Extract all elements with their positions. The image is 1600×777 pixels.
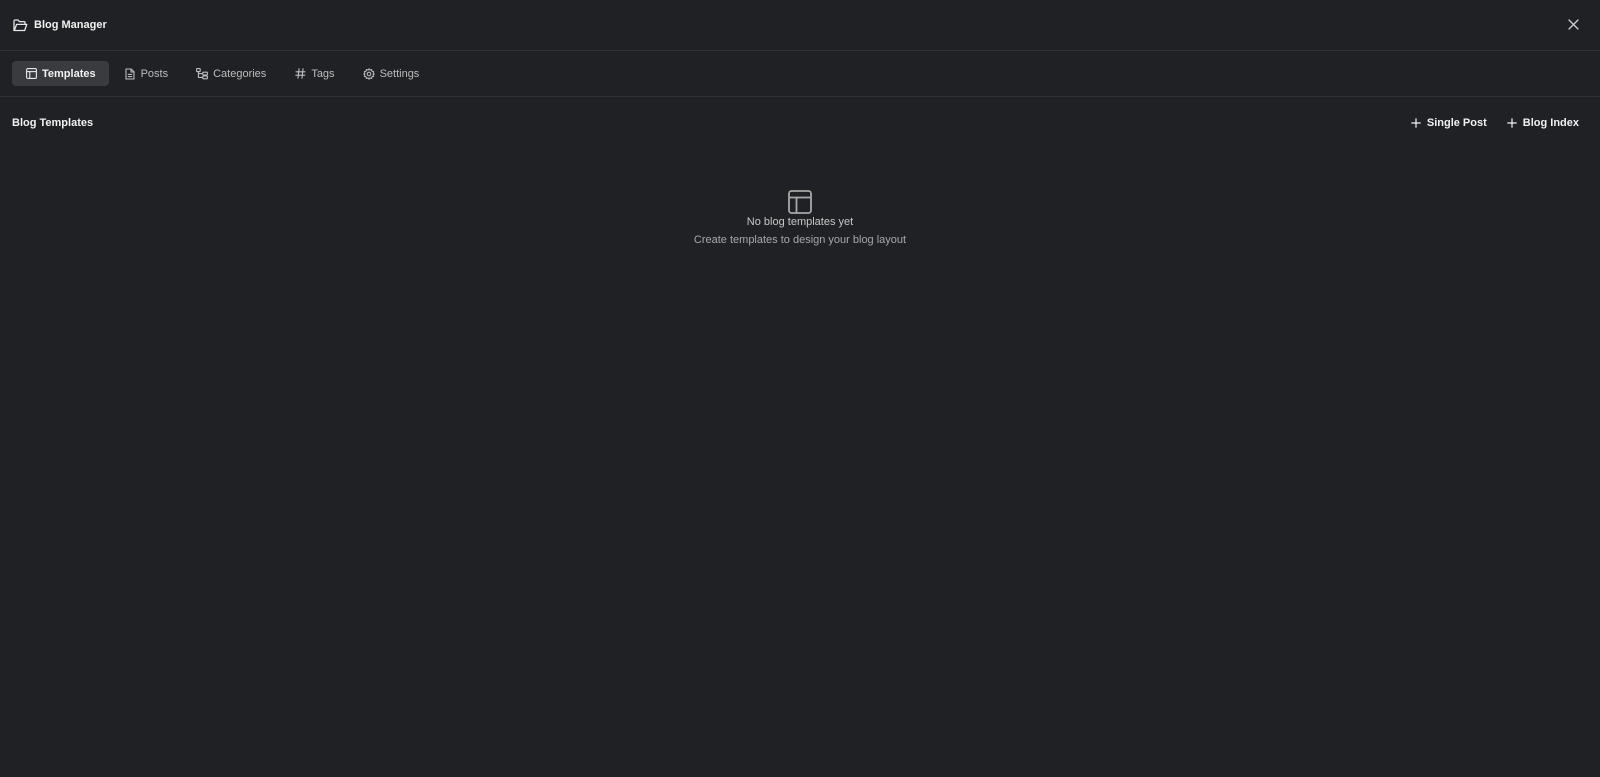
section-title: Blog Templates bbox=[12, 117, 94, 129]
tab-label: Categories bbox=[213, 67, 267, 80]
close-icon bbox=[1567, 18, 1579, 30]
close-button[interactable] bbox=[1565, 16, 1581, 32]
window-title: Blog Manager bbox=[34, 19, 107, 31]
blog-manager-window: Blog Manager Templates Posts Categories … bbox=[0, 0, 1600, 777]
plus-icon bbox=[1411, 118, 1421, 128]
plus-icon bbox=[1506, 118, 1517, 128]
tab-label: Settings bbox=[379, 67, 420, 80]
layout-icon bbox=[787, 189, 813, 215]
add-single-post-button[interactable]: Single Post bbox=[1402, 111, 1496, 135]
tab-label: Templates bbox=[42, 67, 96, 80]
document-icon bbox=[124, 67, 136, 80]
tab-label: Tags bbox=[311, 67, 335, 80]
tab-label: Posts bbox=[140, 67, 169, 80]
add-blog-index-button[interactable]: Blog Index bbox=[1498, 111, 1588, 135]
section-header: Blog Templates Single Post Blog Index bbox=[0, 97, 1600, 149]
tab-posts[interactable]: Posts bbox=[111, 61, 182, 86]
tab-categories[interactable]: Categories bbox=[183, 61, 279, 86]
empty-state: No blog templates yet Create templates t… bbox=[0, 189, 1600, 247]
tab-tags[interactable]: Tags bbox=[281, 61, 347, 86]
layout-icon bbox=[25, 68, 37, 80]
gear-icon bbox=[362, 67, 375, 80]
hash-icon bbox=[294, 68, 306, 80]
action-label: Single Post bbox=[1426, 117, 1487, 129]
section-actions: Single Post Blog Index bbox=[1402, 111, 1588, 135]
category-tree-icon bbox=[196, 67, 209, 80]
tab-bar: Templates Posts Categories Tags Settings bbox=[0, 51, 1600, 97]
tab-templates[interactable]: Templates bbox=[12, 61, 109, 86]
tab-settings[interactable]: Settings bbox=[350, 61, 433, 86]
title-bar: Blog Manager bbox=[0, 0, 1600, 51]
empty-state-title: No blog templates yet bbox=[746, 216, 854, 228]
folder-open-icon bbox=[13, 18, 28, 33]
action-label: Blog Index bbox=[1522, 117, 1579, 129]
empty-state-subtitle: Create templates to design your blog lay… bbox=[693, 234, 907, 246]
